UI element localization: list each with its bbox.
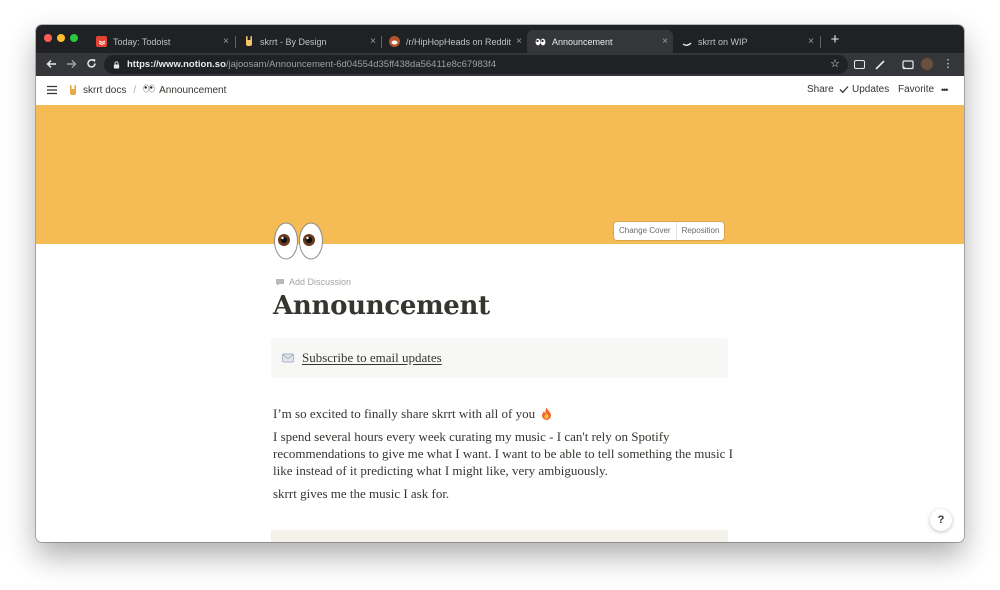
tab-close-icon[interactable]: × — [511, 36, 527, 47]
favorite-button[interactable]: Favorite — [898, 84, 934, 95]
cast-icon[interactable] — [902, 58, 914, 70]
tab-announcement[interactable]: Announcement × — [527, 30, 673, 53]
extension-icon[interactable] — [854, 60, 865, 69]
eyes-icon — [143, 84, 155, 96]
image-block[interactable] — [271, 530, 728, 542]
tab-skrrt-wip[interactable]: skrrt on WIP × — [673, 30, 819, 53]
bookmark-star-icon[interactable]: ☆ — [830, 57, 840, 70]
comment-icon — [276, 278, 284, 286]
tab-skrrt-design[interactable]: skrrt - By Design × — [235, 30, 381, 53]
paragraph-text: I’m so excited to finally share skrrt wi… — [273, 406, 536, 421]
paragraph[interactable]: I’m so excited to finally share skrrt wi… — [273, 405, 733, 422]
breadcrumb-separator: / — [133, 84, 137, 96]
tab-close-icon[interactable]: × — [365, 36, 381, 47]
back-button[interactable] — [43, 56, 59, 72]
callout-block: Subscribe to email updates — [271, 338, 728, 378]
extension-pen-icon[interactable] — [874, 58, 886, 70]
tab-close-icon[interactable]: × — [803, 36, 819, 47]
help-button[interactable]: ? — [930, 509, 952, 531]
reload-button[interactable] — [83, 56, 99, 72]
tab-divider — [820, 36, 821, 48]
address-bar[interactable]: https://www.notion.so/jajoosam/Announcem… — [104, 55, 848, 74]
rock-hand-icon — [243, 36, 254, 47]
zoom-window-button[interactable] — [70, 34, 78, 42]
rock-hand-icon — [68, 84, 78, 96]
eyes-icon — [535, 36, 546, 47]
breadcrumb-workspace[interactable]: skrrt docs — [83, 85, 126, 96]
notion-topbar: skrrt docs / Announcement Share Updates … — [36, 76, 964, 105]
forward-button[interactable] — [63, 56, 79, 72]
tab-label: Announcement — [552, 36, 613, 47]
tab-reddit[interactable]: /r/HipHopHeads on Reddit × — [381, 30, 527, 53]
tab-todoist[interactable]: Today: Todoist × — [88, 30, 234, 53]
fire-icon — [542, 407, 552, 420]
subscribe-link[interactable]: Subscribe to email updates — [302, 350, 442, 366]
avatar[interactable] — [921, 58, 933, 70]
add-discussion-button[interactable]: Add Discussion — [275, 277, 351, 287]
more-options-icon[interactable]: ••• — [941, 85, 949, 95]
envelope-icon — [282, 353, 294, 363]
add-discussion-label: Add Discussion — [289, 277, 352, 287]
minimize-window-button[interactable] — [57, 34, 65, 42]
page-icon-eyes[interactable] — [273, 221, 327, 261]
hamburger-menu-icon[interactable] — [46, 84, 58, 96]
close-window-button[interactable] — [44, 34, 52, 42]
browser-toolbar: https://www.notion.so/jajoosam/Announcem… — [36, 53, 964, 76]
reload-icon — [86, 59, 96, 68]
paragraph[interactable]: skrrt gives me the music I ask for. — [273, 485, 733, 502]
share-button[interactable]: Share — [807, 84, 834, 95]
change-cover-button[interactable]: Change Cover — [614, 222, 676, 240]
page-title[interactable]: Announcement — [273, 291, 490, 321]
tab-label: Today: Todoist — [113, 36, 171, 47]
url-path: /jajoosam/Announcement-6d04554d35ff438da… — [225, 59, 496, 70]
tab-label: /r/HipHopHeads on Reddit — [406, 36, 511, 47]
url-host: www.notion.so — [158, 59, 226, 70]
menu-dots-icon[interactable]: ⋮ — [942, 58, 954, 70]
new-tab-button[interactable]: + — [826, 31, 844, 49]
back-arrow-icon — [45, 59, 56, 69]
wip-icon — [681, 36, 692, 47]
browser-window: Today: Todoist × skrrt - By Design × /r/… — [36, 25, 964, 542]
reddit-icon — [389, 36, 400, 47]
cover-controls: Change Cover Reposition — [614, 222, 725, 240]
paragraph[interactable]: I spend several hours every week curatin… — [273, 428, 733, 479]
tab-label: skrrt - By Design — [260, 36, 327, 47]
reposition-button[interactable]: Reposition — [677, 222, 725, 240]
tab-strip: Today: Todoist × skrrt - By Design × /r/… — [36, 25, 964, 53]
tab-close-icon[interactable]: × — [218, 36, 234, 47]
forward-arrow-icon — [66, 59, 77, 69]
check-icon — [839, 86, 849, 94]
tab-label: skrrt on WIP — [698, 36, 748, 47]
tab-close-icon[interactable]: × — [657, 36, 673, 47]
url-prefix: https:// — [127, 59, 159, 70]
page-cover — [36, 105, 964, 244]
todoist-icon — [96, 36, 107, 47]
breadcrumb: skrrt docs / Announcement — [68, 84, 226, 96]
updates-label: Updates — [852, 84, 890, 95]
lock-icon — [113, 60, 120, 69]
breadcrumb-page[interactable]: Announcement — [159, 85, 226, 96]
updates-button[interactable]: Updates — [839, 84, 889, 95]
